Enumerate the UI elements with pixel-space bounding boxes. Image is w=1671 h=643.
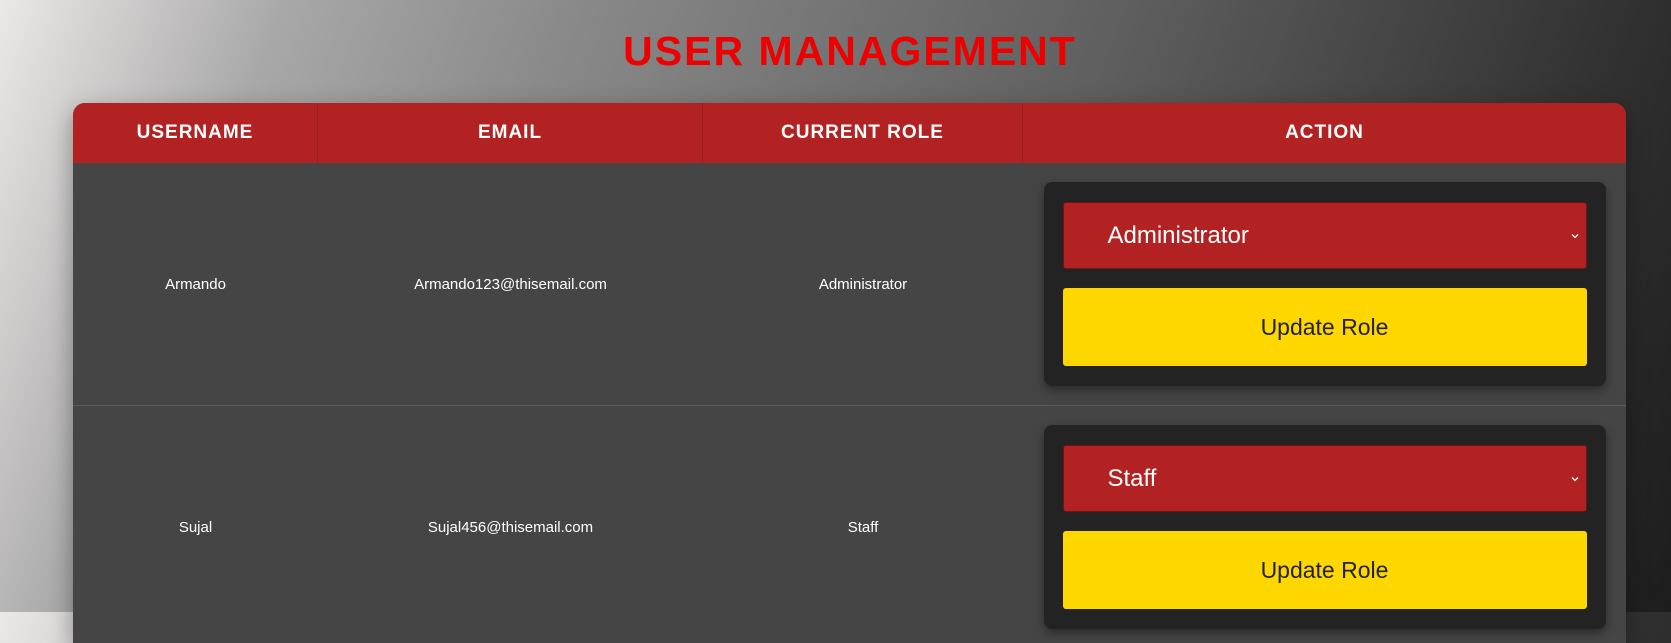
header-email: EMAIL xyxy=(318,103,703,163)
action-cell: Staff Update Role xyxy=(1023,406,1626,643)
table-row: Sujal Sujal456@thisemail.com Staff Staff… xyxy=(73,406,1626,643)
email-cell: Armando123@thisemail.com xyxy=(414,275,607,293)
user-table: USERNAME EMAIL CURRENT ROLE ACTION Arman… xyxy=(73,103,1626,643)
role-select[interactable]: Administrator xyxy=(1062,202,1587,269)
email-cell: Sujal456@thisemail.com xyxy=(427,518,594,536)
role-form: Administrator Update Role xyxy=(1043,182,1606,386)
header-action: ACTION xyxy=(1285,122,1364,143)
header-current-role: CURRENT ROLE xyxy=(703,103,1023,163)
chevron-down-icon xyxy=(1571,233,1578,238)
action-cell: Administrator Update Role xyxy=(1023,163,1626,405)
role-select-value: Administrator xyxy=(1107,221,1249,249)
table-header-row: USERNAME EMAIL CURRENT ROLE ACTION xyxy=(73,103,1626,163)
role-form: Staff Update Role xyxy=(1043,425,1606,629)
username-cell: Sujal xyxy=(178,518,213,536)
current-role-cell: Staff xyxy=(847,518,879,536)
role-select-value: Staff xyxy=(1107,464,1157,492)
chevron-down-icon xyxy=(1571,476,1578,481)
header-username: USERNAME xyxy=(73,103,318,163)
update-role-button[interactable]: Update Role xyxy=(1062,288,1587,366)
page-title: USER MANAGEMENT xyxy=(623,28,1077,74)
update-role-button[interactable]: Update Role xyxy=(1062,531,1587,609)
current-role-cell: Administrator xyxy=(818,275,908,293)
table-row: Armando Armando123@thisemail.com Adminis… xyxy=(73,163,1626,406)
role-select[interactable]: Staff xyxy=(1062,445,1587,512)
username-cell: Armando xyxy=(165,275,226,293)
